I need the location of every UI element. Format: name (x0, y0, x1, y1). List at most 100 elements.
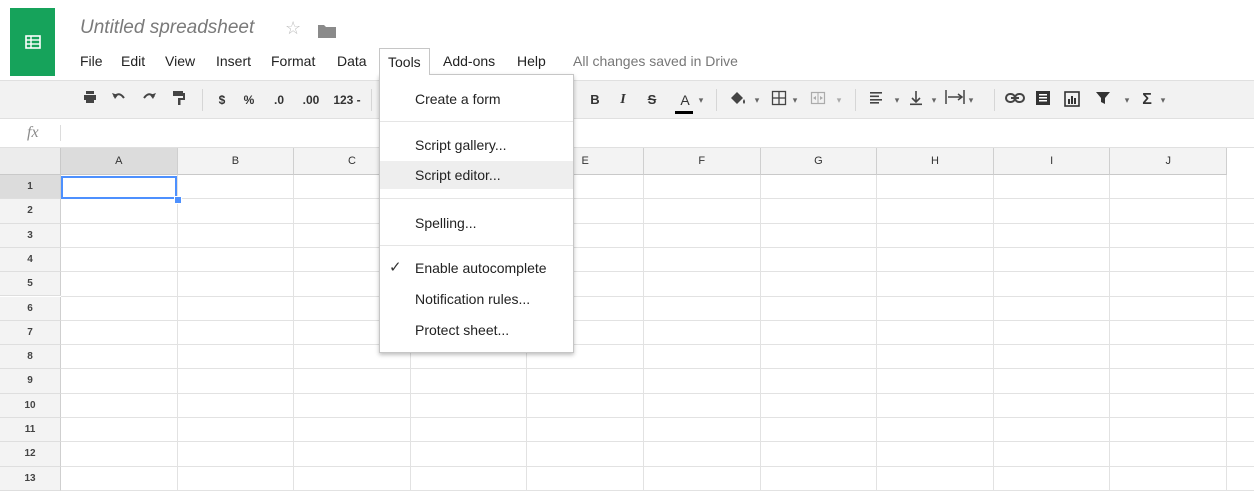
menu-item-spelling[interactable]: Spelling... (380, 209, 573, 237)
document-title[interactable]: Untitled spreadsheet (80, 17, 254, 39)
spreadsheet-grid[interactable]: ABCDEFGHIJ12345678910111213 (0, 148, 1254, 491)
formula-divider (60, 125, 61, 141)
text-wrapping-caret-icon[interactable]: ▾ (966, 90, 976, 110)
insert-comment-icon[interactable] (1034, 90, 1052, 110)
insert-link-icon[interactable] (1004, 90, 1026, 110)
fill-handle[interactable] (174, 196, 182, 204)
row-header-5[interactable]: 5 (0, 272, 61, 297)
menu-item-script-gallery[interactable]: Script gallery... (380, 131, 573, 159)
row-gridline (61, 271, 1254, 273)
currency-format-button[interactable]: $ (216, 90, 228, 110)
horizontal-align-icon[interactable] (868, 90, 884, 110)
row-gridline (61, 441, 1254, 443)
menu-addons[interactable]: Add-ons (443, 48, 495, 74)
star-icon[interactable]: ☆ (285, 18, 301, 38)
folder-icon[interactable] (318, 24, 336, 43)
menu-item-protect-sheet[interactable]: Protect sheet... (380, 316, 573, 344)
text-color-swatch (675, 111, 693, 114)
menu-item-label: Script editor... (415, 167, 501, 183)
functions-button[interactable]: Σ (1140, 90, 1154, 110)
number-format-dropdown[interactable]: 123 - (329, 90, 365, 110)
column-header-j[interactable]: J (1110, 148, 1227, 175)
menu-data[interactable]: Data (337, 48, 367, 74)
menu-file[interactable]: File (80, 48, 103, 74)
menu-item-label: Enable autocomplete (415, 260, 547, 276)
functions-caret-icon[interactable]: ▾ (1158, 90, 1168, 110)
tools-menu-dropdown: Create a form Script gallery... Script e… (379, 74, 574, 353)
menu-format[interactable]: Format (271, 48, 315, 74)
column-header-a[interactable]: A (61, 148, 178, 175)
horizontal-align-caret-icon[interactable]: ▾ (892, 90, 902, 110)
toolbar: $ % .0 .00 123 - B I S A ▾ ▾ ▾ ▾ ▾ ▾ ▾ ▾… (0, 80, 1254, 119)
menu-help[interactable]: Help (517, 48, 546, 74)
formula-input[interactable] (68, 119, 1248, 147)
menu-item-label: Protect sheet... (415, 322, 510, 338)
borders-caret-icon[interactable]: ▾ (790, 90, 800, 110)
filter-caret-icon[interactable]: ▾ (1122, 90, 1132, 110)
column-header-i[interactable]: I (993, 148, 1111, 175)
row-header-10[interactable]: 10 (0, 393, 61, 418)
row-gridline (61, 368, 1254, 370)
row-header-4[interactable]: 4 (0, 247, 61, 273)
menu-item-label: Spelling... (415, 215, 477, 231)
decrease-decimal-button[interactable]: .0 (270, 90, 288, 110)
text-color-caret-icon[interactable]: ▾ (696, 90, 706, 110)
undo-icon[interactable] (110, 90, 128, 110)
row-header-13[interactable]: 13 (0, 466, 61, 491)
menu-insert[interactable]: Insert (216, 48, 251, 74)
toolbar-divider (371, 89, 372, 111)
vertical-align-icon[interactable] (908, 90, 924, 110)
formula-bar: fx (0, 119, 1254, 148)
menu-edit[interactable]: Edit (121, 48, 145, 74)
row-header-6[interactable]: 6 (0, 296, 61, 321)
vertical-align-caret-icon[interactable]: ▾ (929, 90, 939, 110)
merge-cells-icon[interactable] (809, 90, 827, 110)
merge-caret-icon[interactable]: ▾ (834, 90, 844, 110)
fill-color-caret-icon[interactable]: ▾ (752, 90, 762, 110)
percent-format-button[interactable]: % (242, 90, 256, 110)
toolbar-divider (994, 89, 995, 111)
row-header-1[interactable]: 1 (0, 175, 61, 200)
menu-item-notification-rules[interactable]: Notification rules... (380, 285, 573, 313)
row-header-9[interactable]: 9 (0, 369, 61, 394)
menu-tools[interactable]: Tools (379, 48, 430, 75)
select-all-corner[interactable] (0, 148, 61, 175)
row-header-2[interactable]: 2 (0, 199, 61, 224)
redo-icon[interactable] (140, 90, 158, 110)
row-header-12[interactable]: 12 (0, 442, 61, 467)
row-header-3[interactable]: 3 (0, 223, 61, 248)
toolbar-divider (855, 89, 856, 111)
row-gridline (61, 246, 1254, 248)
row-gridline (61, 392, 1254, 394)
row-gridline (61, 417, 1254, 418)
paint-format-icon[interactable] (171, 90, 187, 110)
italic-button[interactable]: I (617, 90, 629, 110)
print-icon[interactable] (82, 90, 98, 110)
borders-icon[interactable] (770, 90, 788, 110)
row-header-7[interactable]: 7 (0, 320, 61, 346)
menu-item-create-form[interactable]: Create a form (380, 85, 573, 113)
column-header-b[interactable]: B (177, 148, 295, 175)
menu-item-script-editor[interactable]: Script editor... (380, 161, 573, 189)
column-header-g[interactable]: G (760, 148, 878, 175)
column-header-f[interactable]: F (644, 148, 761, 175)
insert-chart-icon[interactable] (1062, 90, 1082, 110)
menu-item-label: Script gallery... (415, 137, 507, 153)
toolbar-divider (716, 89, 717, 111)
checkmark-icon: ✓ (389, 259, 402, 276)
strikethrough-button[interactable]: S (645, 90, 659, 110)
menu-view[interactable]: View (165, 48, 195, 74)
row-header-11[interactable]: 11 (0, 418, 61, 443)
column-header-h[interactable]: H (877, 148, 994, 175)
increase-decimal-button[interactable]: .00 (299, 90, 323, 110)
filter-icon[interactable] (1094, 90, 1112, 110)
row-gridline (61, 344, 1254, 346)
menu-item-enable-autocomplete[interactable]: ✓ Enable autocomplete (380, 254, 573, 282)
text-wrapping-icon[interactable] (944, 90, 966, 110)
active-cell-a1[interactable] (61, 176, 177, 199)
save-status[interactable]: All changes saved in Drive (573, 48, 738, 74)
fill-color-icon[interactable] (728, 90, 750, 110)
row-header-8[interactable]: 8 (0, 345, 61, 370)
bold-button[interactable]: B (588, 90, 602, 110)
text-color-button[interactable]: A (673, 90, 697, 114)
